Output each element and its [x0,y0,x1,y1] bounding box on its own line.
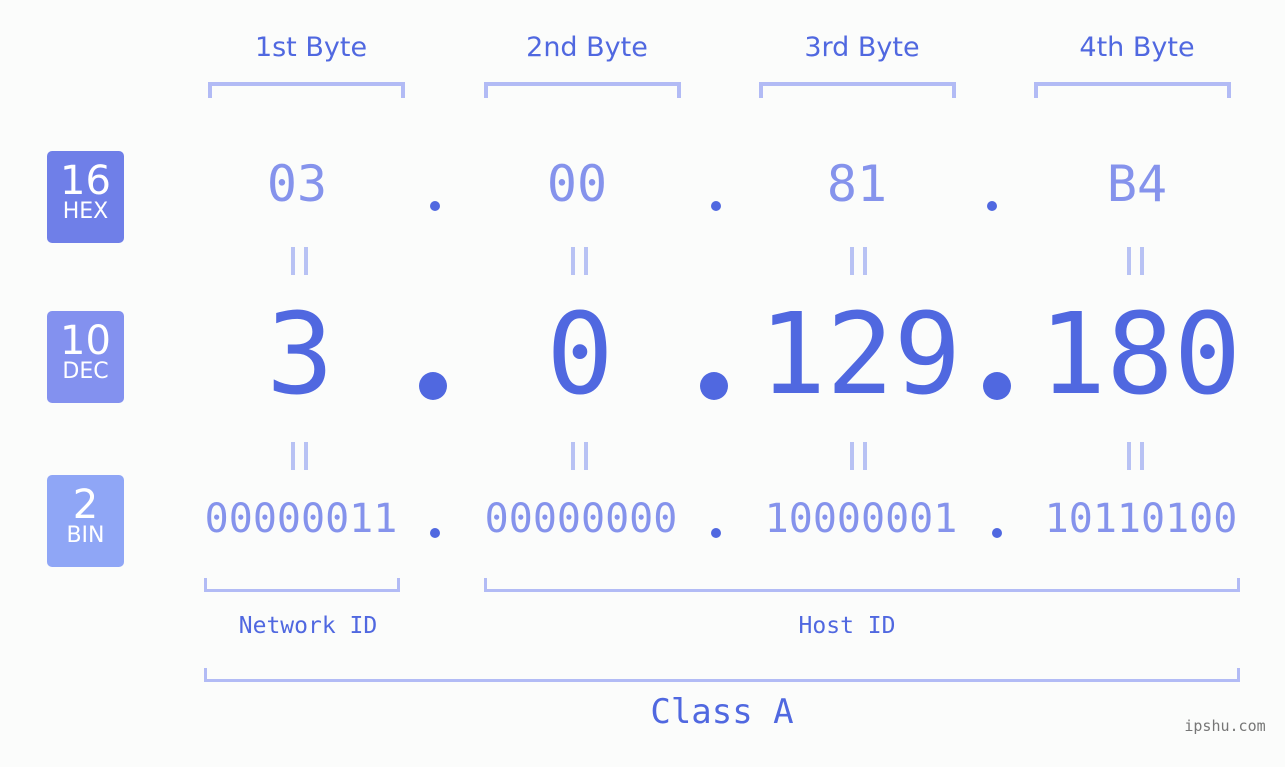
dec-badge-number: 10 [60,318,111,364]
hex-byte-3: 81 [826,155,888,213]
class-label: Class A [650,692,794,732]
network-id-label: Network ID [238,613,378,639]
hex-separator-dot [987,201,997,211]
hex-byte-1: 03 [266,155,328,213]
bin-badge-label: BIN [66,523,105,548]
byte-header-1: 1st Byte [254,32,368,63]
network-id-bracket [204,578,400,592]
bin-separator-dot [711,528,721,538]
byte-bracket-3 [759,82,956,98]
hex-badge: 16 HEX [47,151,124,243]
bin-badge-number: 2 [72,482,99,528]
dec-byte-3: 129 [758,290,962,420]
byte-bracket-2 [484,82,681,98]
bin-badge: 2 BIN [47,475,124,567]
bin-byte-4: 10110100 [1044,496,1238,542]
dec-byte-4: 180 [1038,290,1242,420]
host-id-bracket [484,578,1240,592]
dec-separator-dot [700,372,728,400]
hex-byte-4: B4 [1106,155,1168,213]
dec-byte-1: 3 [266,290,334,420]
host-id-label: Host ID [798,613,896,639]
equals-marker [850,442,867,470]
equals-marker [1127,247,1144,275]
equals-marker [291,442,308,470]
equals-marker [291,247,308,275]
byte-bracket-4 [1034,82,1231,98]
bin-byte-1: 00000011 [204,496,398,542]
dec-badge-label: DEC [62,359,109,384]
dec-byte-2: 0 [546,290,614,420]
bin-separator-dot [992,528,1002,538]
watermark: ipshu.com [1184,717,1266,735]
dec-separator-dot [983,372,1011,400]
equals-marker [571,247,588,275]
bin-byte-2: 00000000 [484,496,678,542]
hex-badge-label: HEX [62,199,109,224]
equals-marker [571,442,588,470]
byte-header-2: 2nd Byte [526,32,648,63]
class-bracket [204,668,1240,682]
hex-separator-dot [711,201,721,211]
equals-marker [1127,442,1144,470]
equals-marker [850,247,867,275]
hex-separator-dot [430,201,440,211]
dec-badge: 10 DEC [47,311,124,403]
byte-header-4: 4th Byte [1079,32,1195,63]
dec-separator-dot [419,372,447,400]
bin-byte-3: 10000001 [764,496,958,542]
hex-byte-2: 00 [546,155,608,213]
byte-bracket-1 [208,82,405,98]
hex-badge-number: 16 [60,158,111,204]
byte-header-3: 3rd Byte [804,32,920,63]
bin-separator-dot [430,528,440,538]
